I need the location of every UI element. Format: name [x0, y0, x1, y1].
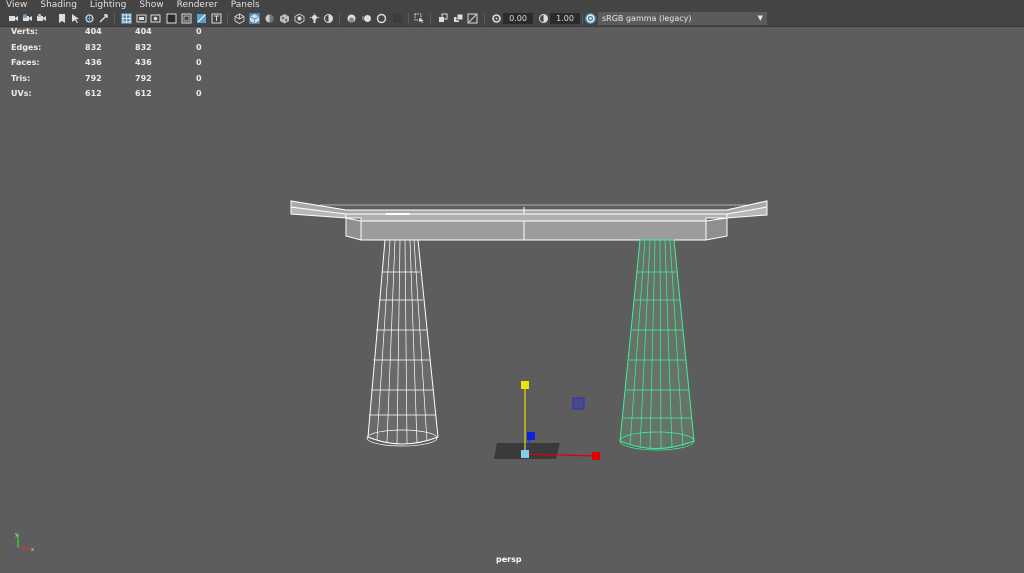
- view-axis-icon: x y: [13, 532, 34, 553]
- table-top-mesh[interactable]: [290, 200, 768, 241]
- center-handle[interactable]: [521, 450, 529, 458]
- z-axis-handle[interactable]: [527, 432, 535, 440]
- left-leg-mesh[interactable]: [366, 239, 439, 447]
- svg-text:x: x: [31, 547, 34, 553]
- x-axis-handle[interactable]: [592, 452, 600, 460]
- plane-handle[interactable]: [572, 397, 585, 410]
- viewport-3d[interactable]: x y: [0, 0, 1024, 573]
- svg-text:y: y: [15, 532, 18, 538]
- y-axis-handle[interactable]: [521, 381, 529, 389]
- right-leg-mesh-selected[interactable]: [619, 239, 695, 451]
- move-manipulator[interactable]: [494, 381, 600, 460]
- camera-name-label: persp: [496, 555, 522, 564]
